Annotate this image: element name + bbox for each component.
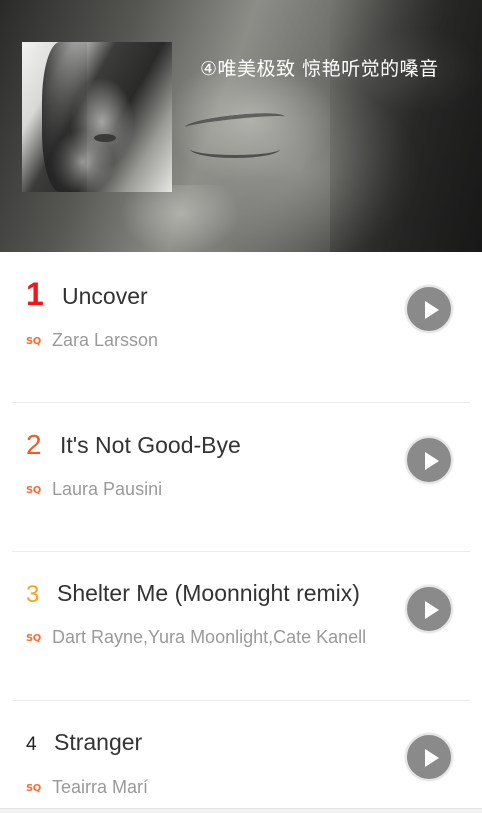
cover-photo-detail [94, 134, 116, 142]
song-row[interactable]: 4 Stranger SQ Teairra Marí [0, 701, 482, 813]
play-icon [425, 301, 439, 319]
song-rank: 4 [26, 734, 37, 755]
sq-quality-icon: SQ [26, 633, 41, 644]
playlist-banner: ④唯美极致 惊艳听觉的嗓音 [0, 0, 482, 252]
song-rank: 2 [26, 429, 42, 460]
song-title[interactable]: It's Not Good-Bye [60, 432, 241, 459]
play-icon [425, 452, 439, 470]
song-artist[interactable]: Teairra Marí [52, 777, 148, 798]
song-artist[interactable]: Laura Pausini [52, 479, 162, 500]
song-rank: 1 [26, 276, 44, 312]
song-title[interactable]: Uncover [62, 283, 148, 310]
banner-photo-shade [330, 0, 482, 252]
song-row[interactable]: 3 Shelter Me (Moonnight remix) SQ Dart R… [0, 552, 482, 701]
banner-photo-detail [190, 140, 280, 158]
banner-photo-detail [120, 185, 240, 252]
banner-photo-detail [184, 109, 286, 135]
song-artist[interactable]: Dart Rayne,Yura Moonlight,Cate Kanell [52, 627, 366, 648]
play-icon [425, 749, 439, 767]
song-rank: 3 [26, 581, 40, 608]
play-button[interactable] [405, 733, 453, 781]
song-row[interactable]: 2 It's Not Good-Bye SQ Laura Pausini [0, 403, 482, 552]
play-button[interactable] [405, 585, 453, 633]
playlist-title: ④唯美极致 惊艳听觉的嗓音 [200, 58, 439, 80]
song-artist[interactable]: Zara Larsson [52, 330, 158, 351]
playlist-cover-image[interactable] [22, 42, 172, 192]
cover-photo-detail [42, 42, 87, 192]
sq-quality-icon: SQ [26, 336, 41, 347]
sq-quality-icon: SQ [26, 783, 41, 794]
sq-quality-icon: SQ [26, 485, 41, 496]
song-title[interactable]: Stranger [54, 729, 142, 756]
play-icon [425, 601, 439, 619]
bottom-bar-edge [0, 808, 482, 813]
song-row[interactable]: 1 Uncover SQ Zara Larsson [0, 254, 482, 403]
song-title[interactable]: Shelter Me (Moonnight remix) [57, 580, 360, 607]
play-button[interactable] [405, 436, 453, 484]
play-button[interactable] [405, 285, 453, 333]
